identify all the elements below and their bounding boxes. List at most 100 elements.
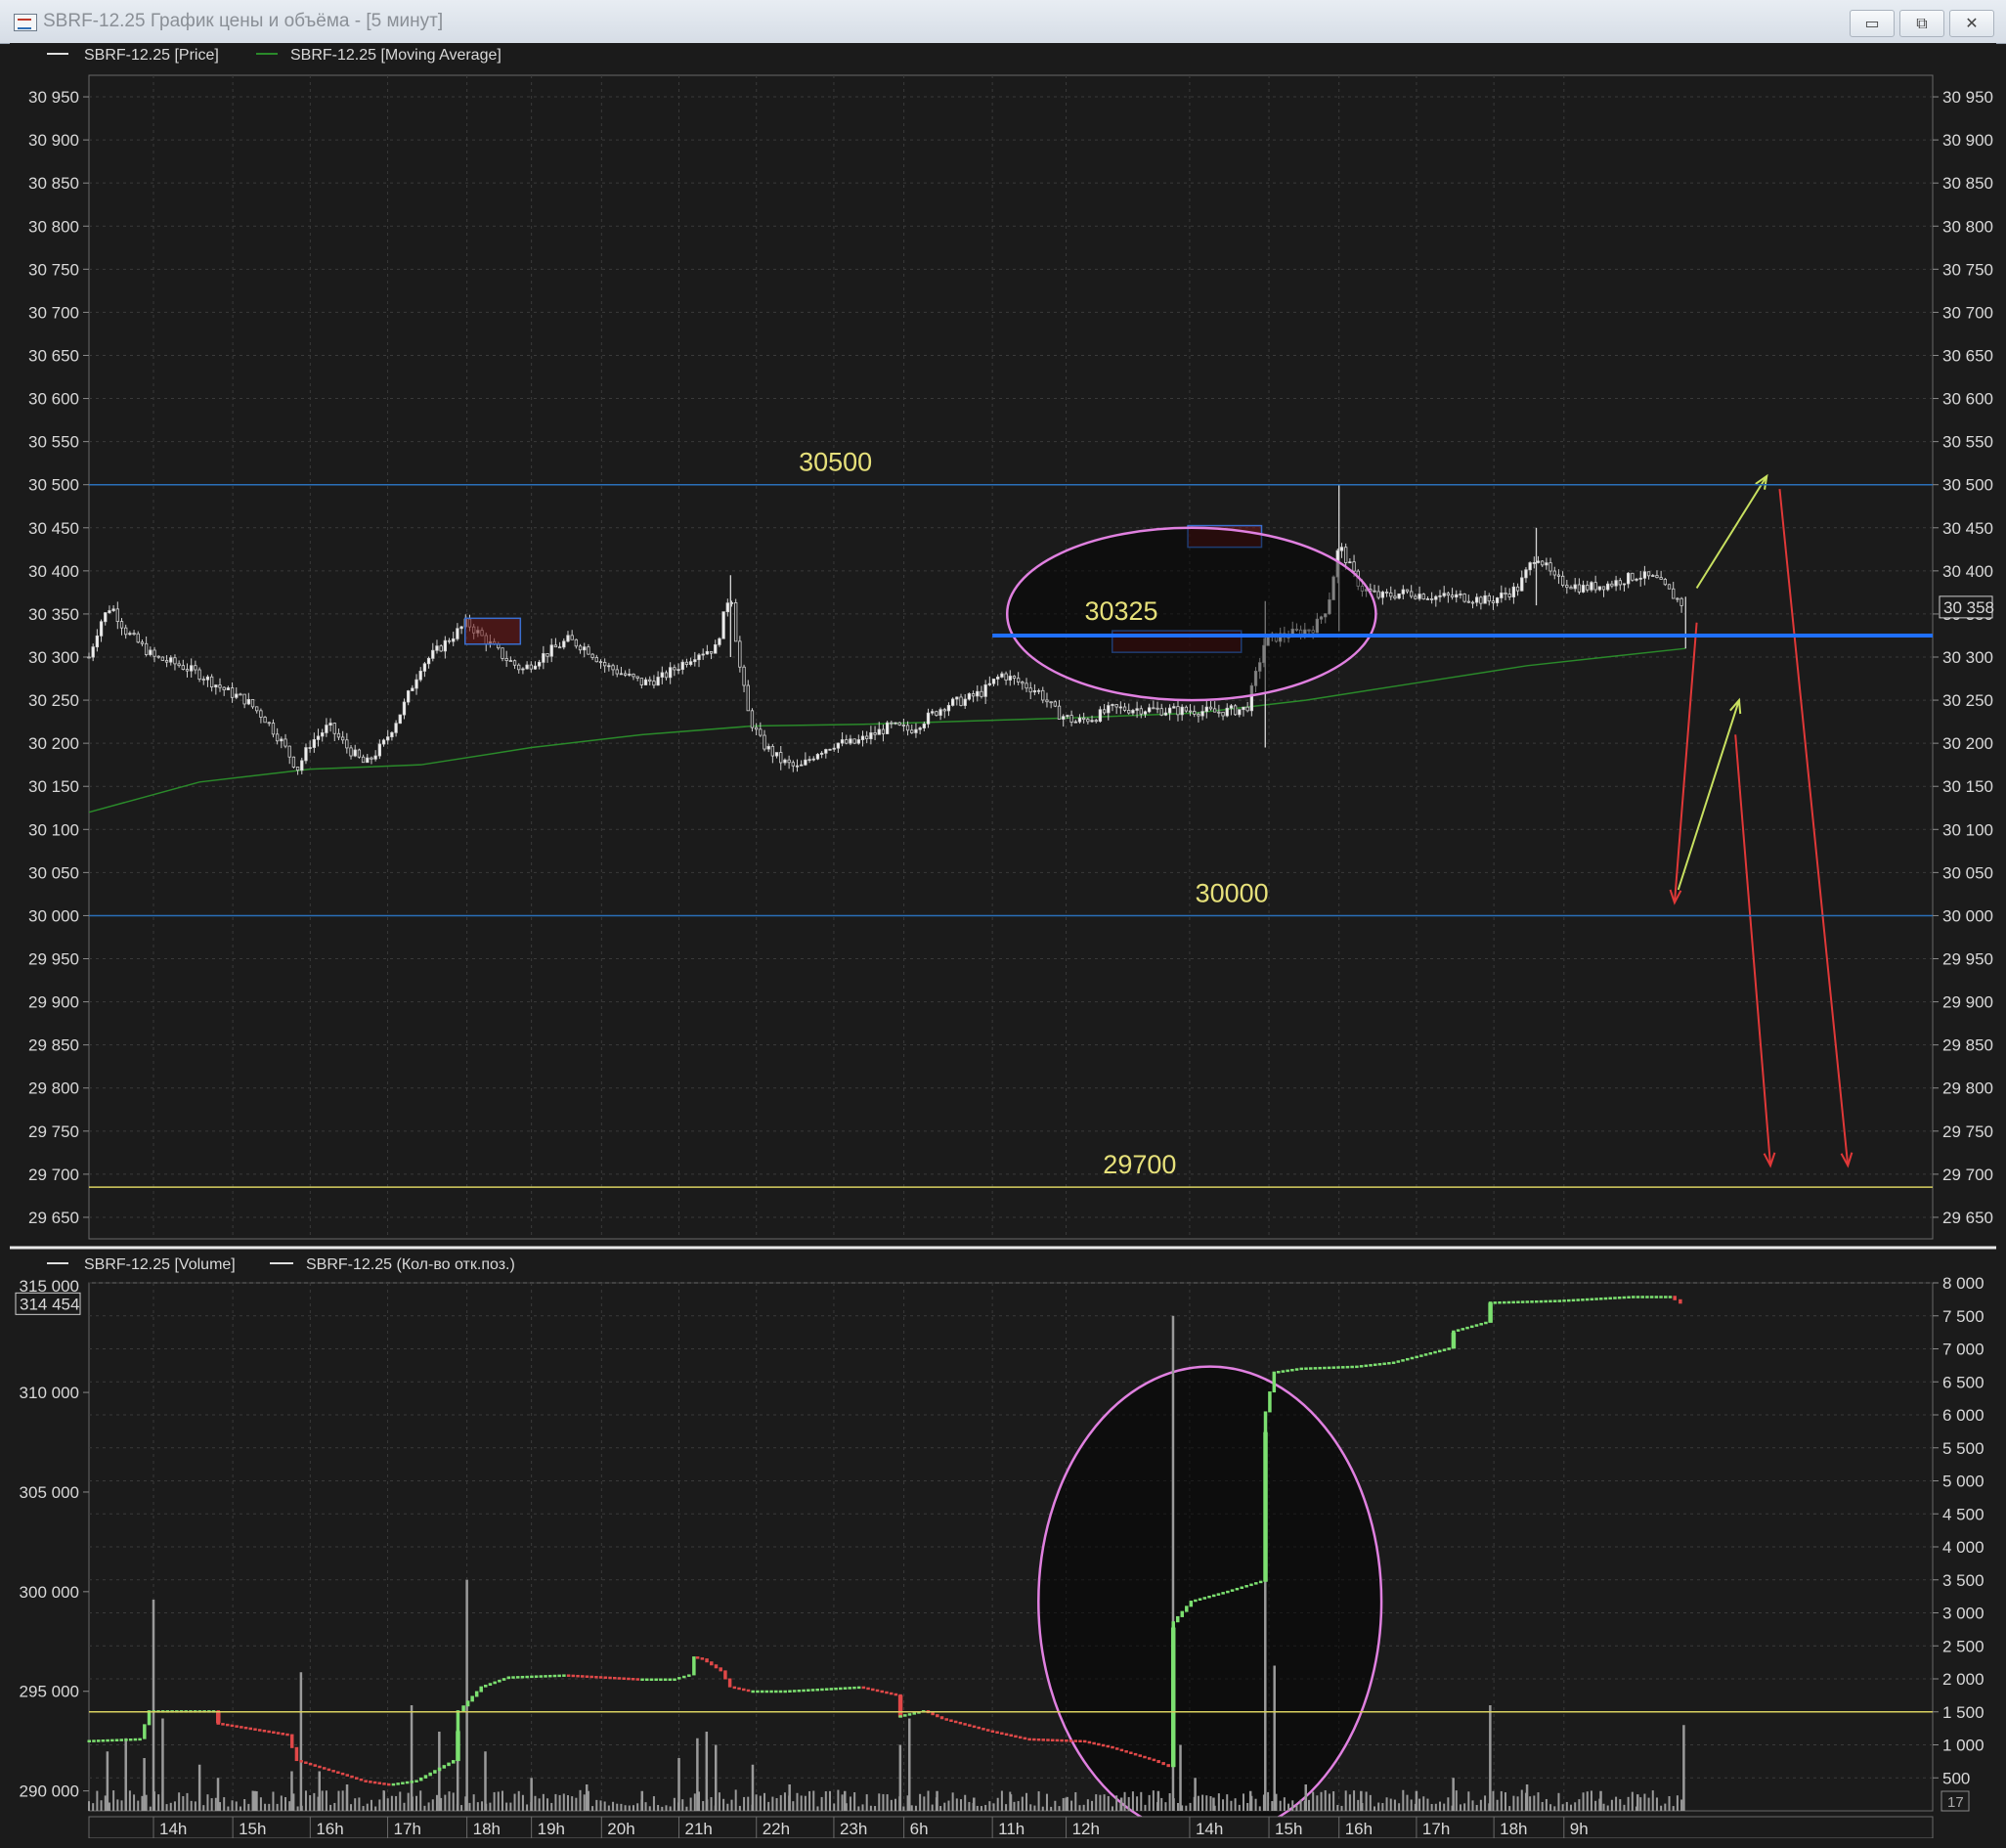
oi-segment <box>977 1726 981 1730</box>
candle-body <box>308 747 312 749</box>
oi-segment <box>1405 1357 1410 1361</box>
price-tick-label: 30 600 <box>28 390 79 409</box>
oi-segment <box>359 1778 364 1782</box>
oi-segment <box>281 1733 285 1736</box>
candle-body <box>742 666 746 686</box>
candle-body <box>1487 594 1491 602</box>
candle-body <box>1152 707 1156 710</box>
oi-segment <box>802 1689 806 1693</box>
oi-segment <box>262 1729 267 1733</box>
oi-segment <box>451 1760 456 1764</box>
candle-body <box>860 735 865 740</box>
price-tick-label: 30 250 <box>28 691 79 710</box>
candle-body <box>836 742 841 749</box>
candle-body <box>1495 597 1500 603</box>
volume-tick-label: 3 000 <box>1942 1605 1984 1623</box>
candle-body <box>1184 706 1189 712</box>
candle-body <box>869 732 873 740</box>
oi-segment <box>695 1656 700 1659</box>
oi-segment <box>1585 1298 1590 1301</box>
candle-body <box>804 759 807 766</box>
minimize-button[interactable]: ▭ <box>1850 10 1895 37</box>
oi-segment <box>1590 1298 1594 1301</box>
oi-segment <box>1041 1738 1046 1741</box>
oi-segment <box>331 1770 335 1773</box>
oi-segment <box>1092 1741 1096 1745</box>
candle-body <box>976 690 980 697</box>
corner-badge[interactable]: 17 <box>1941 1790 1970 1812</box>
candle-body <box>1004 673 1008 681</box>
oi-segment <box>442 1765 447 1769</box>
candle-body <box>1163 712 1168 716</box>
oi-tick-label: 305 000 <box>20 1483 79 1502</box>
oi-segment <box>1101 1743 1106 1747</box>
oi-segment <box>1640 1296 1644 1298</box>
price-tick-label: 30 250 <box>1942 691 1993 710</box>
oi-segment <box>820 1688 824 1692</box>
oi-segment <box>659 1678 663 1682</box>
oi-segment <box>401 1782 405 1784</box>
oi-segment <box>350 1775 354 1779</box>
candle-body <box>660 672 664 678</box>
price-tick-label: 29 800 <box>1942 1079 1993 1098</box>
oi-segment <box>852 1686 856 1690</box>
candle-body <box>1118 706 1123 709</box>
oi-segment <box>1249 1583 1253 1587</box>
oi-segment <box>889 1692 894 1695</box>
candle-body <box>701 653 705 656</box>
oi-segment <box>613 1676 617 1680</box>
oi-segment <box>240 1726 243 1729</box>
candle-body <box>1541 560 1545 566</box>
oi-segment <box>898 1715 902 1718</box>
last-price-badge: 30 358 <box>1939 595 1994 619</box>
candle-body <box>754 726 759 730</box>
oi-jump <box>216 1711 221 1724</box>
chart-canvas[interactable]: SBRF-12.25 [Price] SBRF-12.25 [Moving Av… <box>10 43 1996 1838</box>
candle-body <box>718 638 721 645</box>
candle-body <box>283 738 287 747</box>
oi-segment <box>1544 1299 1548 1303</box>
candle-body <box>340 736 345 741</box>
candle-body <box>885 722 890 734</box>
volume-tick-label: 500 <box>1942 1769 1970 1787</box>
candle-body <box>1614 580 1618 587</box>
candle-body <box>287 745 291 758</box>
candle-body <box>800 764 804 767</box>
time-tick-label: 20h <box>607 1820 634 1838</box>
oi-segment <box>1129 1751 1133 1754</box>
oi-segment <box>907 1713 912 1716</box>
close-button[interactable]: ✕ <box>1949 10 1994 37</box>
candle-body <box>1483 594 1487 604</box>
oi-segment <box>756 1690 760 1694</box>
price-tick-label: 29 900 <box>1942 993 1993 1012</box>
oi-segment <box>807 1689 810 1692</box>
candle-body <box>1057 705 1062 720</box>
candle-body <box>1646 571 1651 577</box>
oi-segment <box>1622 1296 1627 1299</box>
oi-segment <box>645 1678 649 1682</box>
oi-segment <box>1474 1324 1479 1327</box>
oi-segment <box>1520 1300 1525 1303</box>
oi-segment <box>1263 1411 1268 1432</box>
price-tick-label: 30 450 <box>1942 519 1993 538</box>
oi-segment <box>257 1729 262 1732</box>
oi-segment <box>1387 1362 1391 1365</box>
candle-body <box>738 640 742 668</box>
time-tick-label: 18h <box>473 1820 501 1838</box>
candle-body <box>275 733 280 742</box>
oi-segment <box>640 1678 644 1682</box>
price-tick-label: 30 200 <box>28 734 79 753</box>
candle-body <box>1389 592 1393 597</box>
oi-segment <box>1318 1366 1322 1370</box>
oi-segment <box>1415 1355 1418 1359</box>
candle-body <box>1148 707 1152 713</box>
candle-body <box>1642 571 1647 579</box>
oi-segment <box>143 1724 147 1739</box>
time-tick-label: 23h <box>840 1820 867 1838</box>
oi-segment <box>880 1690 884 1694</box>
oi-segment <box>963 1723 967 1726</box>
candle-body <box>1172 706 1176 709</box>
candle-body <box>1028 687 1032 693</box>
oi-segment <box>502 1678 506 1681</box>
restore-button[interactable]: ⧉ <box>1899 10 1944 37</box>
